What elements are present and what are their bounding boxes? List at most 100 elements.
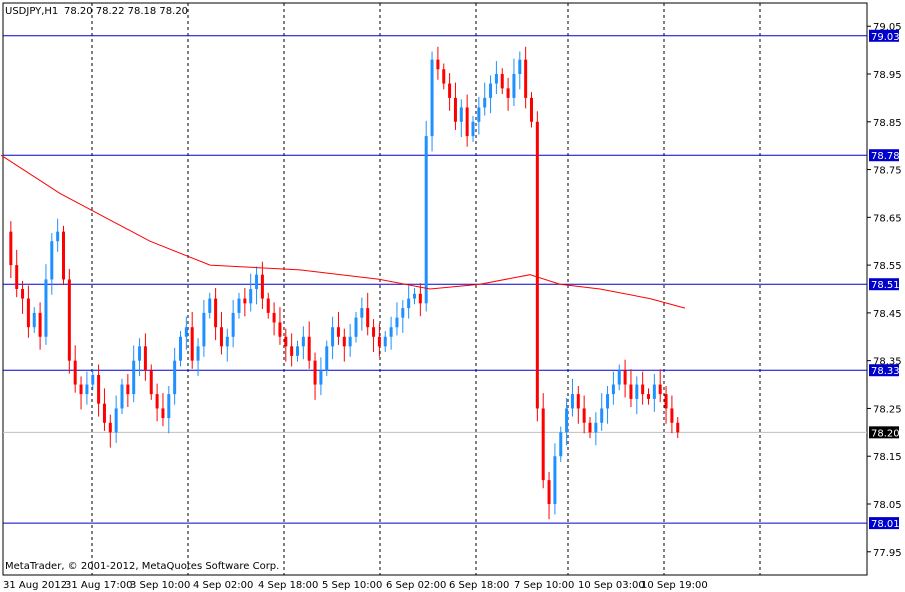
y-tick-label-4: 78.65: [873, 213, 902, 224]
candle-body-10: [62, 231, 65, 280]
candle-body-12: [73, 360, 77, 385]
x-tick-label-10: 10 Sep 19:00: [641, 580, 708, 591]
y-tick-label-1: 78.95: [873, 70, 902, 81]
chart-background: [0, 0, 905, 592]
candle-body-62: [366, 308, 370, 328]
candle-body-100: [588, 422, 592, 433]
candle-body-5: [32, 312, 36, 328]
candle-body-64: [377, 336, 381, 347]
candle-body-6: [38, 312, 42, 337]
candle-body-66: [389, 327, 393, 337]
candle-body-9: [56, 231, 60, 242]
candle-body-101: [594, 422, 598, 433]
candle-body-74: [436, 59, 440, 70]
chart-canvas: 79.0578.9578.8578.7578.6578.5578.4578.35…: [0, 0, 905, 592]
candle-body-59: [348, 336, 352, 347]
candle-body-48: [284, 336, 288, 347]
candle-body-106: [623, 370, 627, 385]
candle-body-111: [652, 384, 656, 399]
candle-body-114: [670, 408, 674, 423]
candle-body-110: [647, 394, 650, 399]
candle-body-34: [202, 312, 206, 347]
candle-body-80: [471, 121, 475, 137]
y-tick-label-8: 78.25: [873, 404, 902, 415]
candle-body-60: [354, 317, 358, 337]
x-tick-label-4: 4 Sep 18:00: [258, 580, 318, 591]
candle-body-104: [611, 384, 615, 395]
candle-body-108: [635, 384, 639, 399]
candle-body-87: [512, 74, 516, 98]
candle-body-72: [424, 136, 428, 304]
candle-body-84: [494, 74, 498, 84]
y-tick-label-10: 78.05: [873, 500, 902, 511]
candle-body-11: [67, 279, 71, 361]
candle-body-56: [331, 327, 335, 347]
candle-body-35: [208, 298, 212, 313]
candle-body-8: [50, 241, 54, 280]
candle-body-68: [401, 308, 405, 318]
x-tick-label-6: 6 Sep 02:00: [386, 580, 446, 591]
candle-body-69: [407, 298, 411, 309]
candle-body-73: [430, 59, 434, 137]
candle-body-90: [530, 97, 533, 122]
candle-body-94: [553, 456, 557, 504]
candle-body-37: [219, 327, 223, 347]
x-tick-label-1: 31 Aug 17:00: [65, 580, 132, 591]
candle-body-86: [506, 88, 510, 98]
y-tick-label-6: 78.45: [873, 309, 902, 320]
candle-body-24: [143, 346, 147, 371]
candle-body-96: [565, 408, 569, 433]
candle-body-23: [138, 346, 142, 361]
candle-body-15: [91, 375, 95, 385]
candle-body-3: [21, 289, 25, 299]
x-tick-label-0: 31 Aug 2012: [3, 580, 67, 591]
candle-body-43: [255, 274, 259, 289]
candle-body-30: [179, 336, 182, 361]
candle-body-45: [266, 298, 270, 313]
candle-body-17: [102, 403, 106, 423]
candle-body-88: [518, 59, 522, 74]
candle-body-115: [676, 422, 680, 433]
candle-body-49: [290, 346, 294, 356]
candle-body-92: [541, 408, 545, 481]
y-tick-label-11: 77.95: [873, 548, 902, 559]
candle-body-85: [500, 74, 504, 89]
candle-body-14: [85, 384, 89, 395]
candle-body-51: [301, 336, 305, 347]
copyright-text: MetaTrader, © 2001-2012, MetaQuotes Soft…: [5, 561, 279, 572]
candle-body-113: [664, 394, 668, 409]
candle-body-50: [296, 346, 299, 356]
current-price-label: 78.20: [871, 428, 900, 439]
candle-body-67: [395, 317, 399, 328]
x-tick-label-3: 4 Sep 02:00: [193, 580, 253, 591]
candle-body-61: [360, 308, 364, 318]
candle-body-25: [149, 370, 153, 395]
ohlc-readout: 78.20 78.22 78.18 78.20: [64, 6, 188, 17]
candle-body-97: [570, 394, 574, 409]
level-label-0: 79.03: [871, 32, 900, 43]
x-tick-label-9: 10 Sep 03:00: [578, 580, 645, 591]
candle-body-93: [547, 480, 551, 504]
candle-body-81: [477, 107, 481, 122]
candle-body-65: [383, 336, 387, 347]
candle-body-40: [237, 298, 241, 313]
candle-body-91: [535, 121, 539, 409]
chart-title: USDJPY,H1: [5, 6, 58, 17]
candle-body-57: [336, 327, 340, 337]
candle-body-36: [214, 298, 218, 328]
candle-body-7: [44, 279, 48, 337]
candle-body-2: [15, 265, 19, 289]
candle-body-99: [582, 408, 586, 423]
x-tick-label-7: 6 Sep 18:00: [449, 580, 509, 591]
y-tick-label-9: 78.15: [873, 452, 902, 463]
candle-body-107: [629, 384, 633, 399]
candle-body-89: [524, 59, 528, 98]
candle-body-109: [641, 384, 645, 395]
candle-body-47: [278, 322, 282, 337]
x-tick-label-8: 7 Sep 10:00: [514, 580, 574, 591]
candle-body-26: [155, 394, 159, 409]
x-tick-label-2: 3 Sep 10:00: [130, 580, 190, 591]
y-tick-label-2: 78.85: [873, 118, 902, 129]
level-label-2: 78.51: [871, 280, 900, 291]
candle-body-4: [26, 298, 30, 328]
